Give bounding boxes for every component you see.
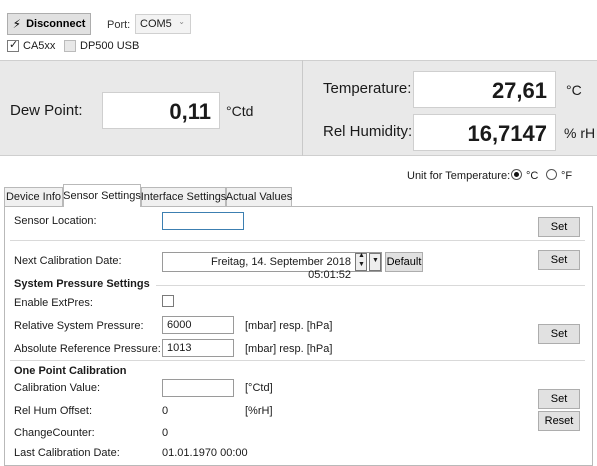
set-pressure-button[interactable]: Set: [538, 324, 580, 344]
chevron-down-icon: ▼: [372, 257, 379, 264]
unit-temperature-label: Unit for Temperature:: [407, 170, 511, 182]
rel-hum-offset-label: Rel Hum Offset:: [14, 405, 93, 417]
absolute-pressure-label: Absolute Reference Pressure:: [14, 343, 161, 355]
radio-fahrenheit[interactable]: [546, 169, 557, 180]
default-button[interactable]: Default: [385, 252, 423, 272]
system-pressure-heading: System Pressure Settings: [14, 278, 150, 290]
absolute-pressure-input[interactable]: 1013: [162, 339, 234, 357]
dew-point-unit: °Ctd: [226, 103, 254, 119]
one-point-calibration-heading: One Point Calibration: [14, 365, 127, 377]
set-calibration-button[interactable]: Set: [538, 389, 580, 409]
sensor-location-input[interactable]: [162, 212, 244, 230]
tab-device-info[interactable]: Device Info: [4, 187, 63, 206]
humidity-label: Rel Humidity:: [323, 123, 413, 140]
dew-point-label: Dew Point:: [10, 102, 83, 119]
ca5xx-checkbox[interactable]: ✓: [7, 39, 19, 52]
calibration-value-label: Calibration Value:: [14, 382, 101, 394]
enable-extpres-label: Enable ExtPres:: [14, 297, 93, 309]
enable-extpres-checkbox[interactable]: [162, 295, 174, 307]
absolute-pressure-unit: [mbar] resp. [hPa]: [245, 343, 333, 355]
dp500-checkbox[interactable]: [64, 40, 76, 52]
port-select[interactable]: COM5 ⌄: [135, 14, 191, 34]
set-sensor-location-button[interactable]: Set: [538, 217, 580, 237]
ca5xx-label: CA5xx: [23, 40, 56, 52]
tab-interface-settings[interactable]: Interface Settings: [141, 187, 226, 206]
readings-divider: [302, 60, 303, 156]
temperature-label: Temperature:: [323, 80, 412, 97]
last-calibration-label: Last Calibration Date:: [14, 447, 120, 459]
set-calibration-date-button[interactable]: Set: [538, 250, 580, 270]
reset-calibration-button[interactable]: Reset: [538, 411, 580, 431]
change-counter-value: 0: [162, 427, 169, 439]
calibration-value-unit: [°Ctd]: [245, 382, 273, 394]
spin-down-icon: ▼: [358, 261, 365, 268]
calibration-value-input[interactable]: [162, 379, 234, 397]
sensor-location-label: Sensor Location:: [14, 215, 97, 227]
change-counter-label: ChangeCounter:: [14, 427, 95, 439]
radio-celsius[interactable]: [511, 169, 522, 180]
next-calibration-label: Next Calibration Date:: [14, 255, 122, 267]
chevron-down-icon: ⌄: [178, 17, 185, 26]
port-label: Port:: [107, 19, 131, 31]
datetime-spinner[interactable]: ▲ ▼: [355, 252, 367, 271]
spin-up-icon: ▲: [358, 252, 365, 259]
disconnect-button[interactable]: ⚡ Disconnect: [7, 13, 91, 35]
radio-fahrenheit-label: °F: [561, 170, 573, 182]
temperature-value: 27,61: [413, 71, 556, 108]
tab-sensor-settings[interactable]: Sensor Settings: [63, 184, 141, 207]
temperature-unit: °C: [566, 82, 582, 98]
datetime-dropdown[interactable]: ▼: [369, 253, 381, 271]
relative-pressure-label: Relative System Pressure:: [14, 320, 144, 332]
next-calibration-datetime[interactable]: Freitag, 14. September 2018 05:01:52: [162, 252, 382, 281]
section-divider: [156, 285, 585, 286]
dp500-label: DP500 USB: [80, 40, 140, 52]
relative-pressure-input[interactable]: 6000: [162, 316, 234, 334]
divider: [10, 240, 585, 241]
relative-pressure-unit: [mbar] resp. [hPa]: [245, 320, 333, 332]
radio-celsius-label: °C: [526, 170, 539, 182]
tab-actual-values[interactable]: Actual Values: [226, 187, 292, 206]
rel-hum-offset-value: 0: [162, 405, 169, 417]
dew-point-value: 0,11: [102, 92, 220, 129]
rel-hum-offset-unit: [%rH]: [245, 405, 273, 417]
section-divider: [10, 360, 585, 361]
plug-icon: ⚡: [12, 17, 22, 31]
humidity-unit: % rH: [564, 125, 596, 141]
radio-dot-icon: [514, 172, 519, 177]
humidity-value: 16,7147: [413, 114, 556, 151]
active-tab-joint: [64, 205, 140, 208]
last-calibration-value: 01.01.1970 00:00: [162, 447, 248, 459]
checkmark-icon: ✓: [9, 39, 19, 51]
